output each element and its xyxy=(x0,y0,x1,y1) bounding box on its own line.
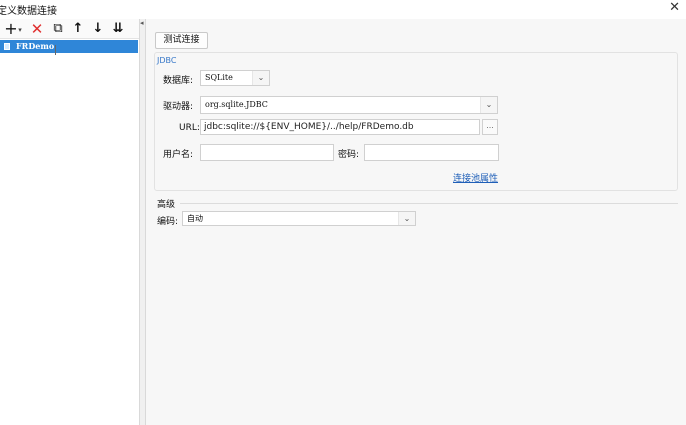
window-title: 定义数据连接 xyxy=(0,6,57,17)
chevron-down-icon[interactable]: ⌄ xyxy=(398,212,415,225)
username-label: 用户名: xyxy=(163,150,194,160)
copy-icon[interactable]: ⧉ xyxy=(50,21,66,37)
tree-item-label: FRDemo xyxy=(16,41,55,51)
delete-icon[interactable]: ✕ xyxy=(29,21,45,37)
panel-splitter[interactable]: ◂ xyxy=(139,19,146,425)
database-label: 数据库: xyxy=(163,76,194,86)
url-label: URL: xyxy=(179,123,200,133)
text-cursor-icon xyxy=(55,45,57,55)
close-icon[interactable]: ✕ xyxy=(669,0,680,16)
move-down-icon[interactable]: ↓ xyxy=(90,21,106,37)
password-input[interactable] xyxy=(364,144,499,161)
advanced-divider xyxy=(180,203,678,204)
dropdown-arrow-icon[interactable]: ▾ xyxy=(16,22,24,38)
connection-tree: FRDemo xyxy=(0,40,139,425)
encoding-select-value: 自动 xyxy=(187,214,203,223)
advanced-title: 高级 xyxy=(157,200,176,210)
driver-select[interactable]: org.sqlite.JDBC ⌄ xyxy=(200,96,498,114)
password-label: 密码: xyxy=(338,150,360,160)
sort-icon[interactable]: ⇊ xyxy=(110,21,126,37)
driver-select-value: org.sqlite.JDBC xyxy=(205,100,268,109)
connection-pool-link[interactable]: 连接池属性 xyxy=(453,171,498,184)
chevron-down-icon[interactable]: ⌄ xyxy=(252,71,269,85)
database-select[interactable]: SQLite ⌄ xyxy=(200,70,270,86)
connection-settings-panel: 测试连接 JDBC 数据库: SQLite ⌄ 驱动器: org.sqlite.… xyxy=(146,19,686,425)
chevron-down-icon[interactable]: ⌄ xyxy=(480,97,497,113)
move-up-icon[interactable]: ↑ xyxy=(70,21,86,37)
jdbc-legend: JDBC xyxy=(156,56,178,65)
encoding-label: 编码: xyxy=(157,217,179,227)
url-browse-button[interactable]: ... xyxy=(482,119,498,135)
database-select-value: SQLite xyxy=(205,73,233,82)
test-connection-button[interactable]: 测试连接 xyxy=(155,32,208,49)
database-icon xyxy=(4,43,10,50)
username-input[interactable] xyxy=(200,144,334,161)
url-input[interactable]: jdbc:sqlite://${ENV_HOME}/../help/FRDemo… xyxy=(200,119,480,135)
toolbar: + ▾ ✕ ⧉ ↑ ↓ ⇊ xyxy=(0,19,139,39)
tree-item-frdemo[interactable]: FRDemo xyxy=(0,40,138,53)
collapse-arrow-icon[interactable]: ◂ xyxy=(140,19,144,27)
title-bar: 定义数据连接 ✕ xyxy=(0,0,686,17)
driver-label: 驱动器: xyxy=(163,102,194,112)
encoding-select[interactable]: 自动 ⌄ xyxy=(182,211,416,226)
